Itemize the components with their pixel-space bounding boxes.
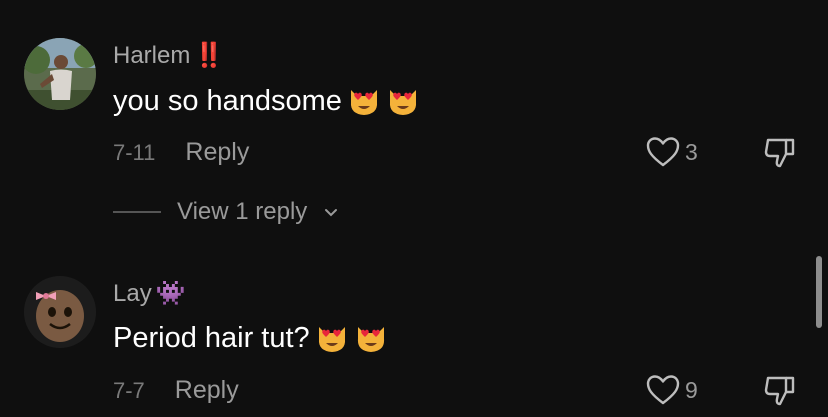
like-count: 9: [685, 376, 698, 403]
comments-panel: Harlem ‼️ you so handsome 7-11 Reply 3 V…: [0, 0, 828, 417]
heart-outline-icon: [646, 375, 680, 405]
reply-button[interactable]: Reply: [175, 376, 239, 405]
comment-text: Period hair tut?: [113, 321, 388, 355]
like-button[interactable]: 9: [645, 372, 698, 408]
sackboy-with-bow-avatar-icon: [24, 276, 96, 348]
user-avatar[interactable]: [24, 276, 96, 348]
comment-body: Period hair tut?: [113, 321, 310, 354]
scrollbar[interactable]: [816, 256, 822, 328]
heart-eyes-cat-icon: [357, 327, 384, 352]
comment-username[interactable]: Lay 👾: [113, 280, 186, 308]
thumbs-down-icon[interactable]: [762, 372, 798, 408]
comment-meta: 7-7 Reply: [113, 376, 239, 405]
heart-eyes-cat-icon: [318, 327, 345, 352]
username-text: Lay: [113, 280, 152, 307]
alien-monster-icon: 👾: [155, 280, 186, 307]
comment-date: 7-7: [113, 377, 145, 403]
comment-item: Lay 👾 Period hair tut? 7-7 Reply 9: [0, 0, 828, 417]
